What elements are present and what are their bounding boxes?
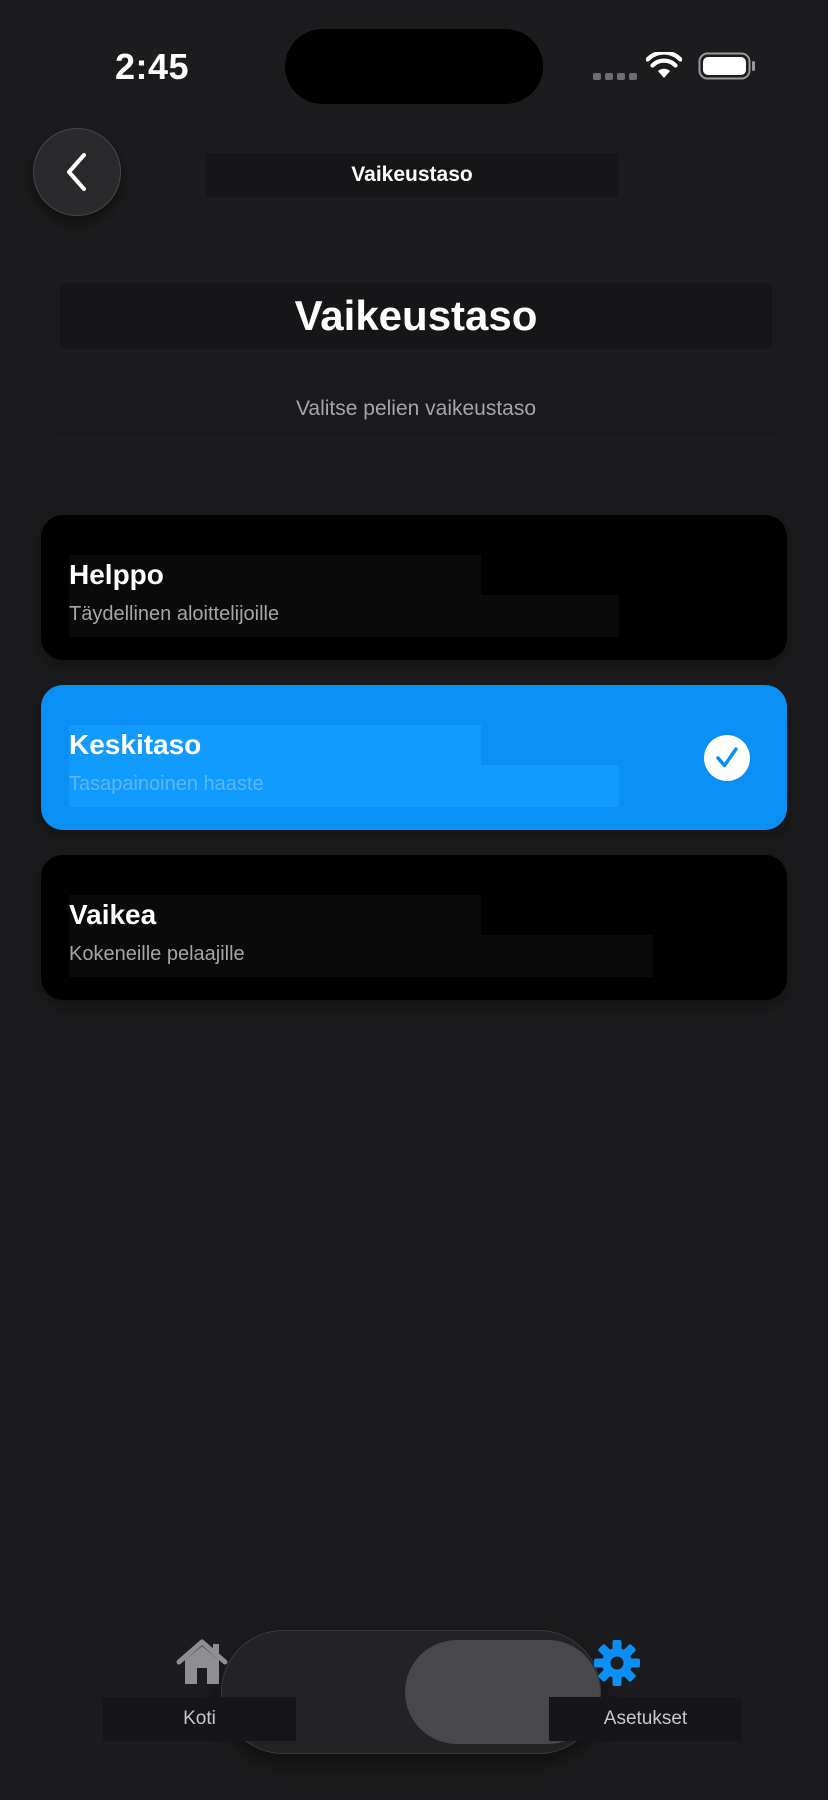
chevron-left-icon (67, 153, 86, 191)
difficulty-option-vaikea[interactable]: Vaikea Kokeneille pelaajille (41, 855, 787, 1000)
home-icon[interactable] (175, 1638, 229, 1688)
wifi-icon (646, 52, 682, 78)
checkmark-icon (704, 735, 750, 781)
option-name: Keskitaso (69, 729, 202, 760)
option-description: Tasapainoinen haaste (69, 773, 264, 795)
option-description: Täydellinen aloittelijoille (69, 603, 280, 625)
nav-title: Vaikeustaso (206, 153, 618, 197)
page-subtitle: Valitse pelien vaikeustaso (55, 383, 777, 435)
gear-icon[interactable] (592, 1638, 642, 1688)
battery-icon (698, 52, 755, 80)
back-button[interactable] (33, 128, 121, 216)
tab-asetukset[interactable]: Asetukset (549, 1697, 742, 1741)
status-time: 2:45 (115, 46, 190, 87)
dynamic-island (285, 29, 543, 104)
tab-koti[interactable]: Koti (103, 1697, 296, 1741)
difficulty-option-helppo[interactable]: Helppo Täydellinen aloittelijoille (41, 515, 787, 660)
option-description: Kokeneille pelaajille (69, 943, 245, 965)
cellular-signal-icon (593, 73, 637, 80)
difficulty-option-keskitaso[interactable]: Keskitaso Tasapainoinen haaste (41, 685, 787, 830)
option-name: Vaikea (69, 899, 157, 930)
page-title: Vaikeustaso (60, 283, 772, 349)
option-name: Helppo (69, 559, 164, 590)
